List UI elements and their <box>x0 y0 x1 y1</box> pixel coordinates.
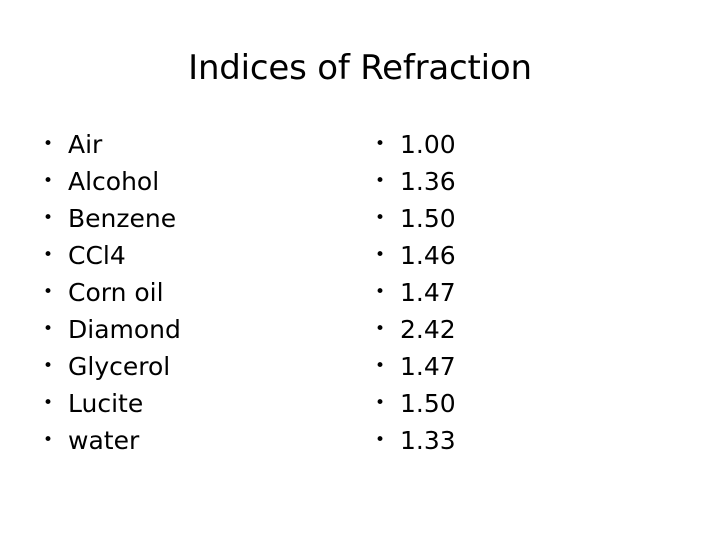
list-item-label: 1.36 <box>400 167 456 196</box>
list-item-label: Air <box>68 130 103 159</box>
list-item: • 2.42 <box>370 311 650 348</box>
bullet-icon: • <box>43 134 54 154</box>
list-item: • Diamond <box>38 311 338 348</box>
list-item-label: 2.42 <box>400 315 456 344</box>
list-item: • water <box>38 422 338 459</box>
bullet-icon: • <box>43 319 54 339</box>
list-item: • 1.36 <box>370 163 650 200</box>
list-item: • 1.33 <box>370 422 650 459</box>
list-item-label: 1.33 <box>400 426 456 455</box>
list-item-label: Lucite <box>68 389 144 418</box>
bullet-icon: • <box>43 245 54 265</box>
list-item-label: 1.47 <box>400 278 456 307</box>
list-item: • Glycerol <box>38 348 338 385</box>
list-item: • 1.46 <box>370 237 650 274</box>
list-item-label: CCl4 <box>68 241 126 270</box>
bullet-icon: • <box>43 171 54 191</box>
list-item-label: 1.50 <box>400 389 456 418</box>
list-item-label: Corn oil <box>68 278 164 307</box>
list-item-label: 1.50 <box>400 204 456 233</box>
bullet-icon: • <box>43 356 54 376</box>
list-item-label: Diamond <box>68 315 181 344</box>
list-item-label: 1.00 <box>400 130 456 159</box>
list-item: • 1.50 <box>370 385 650 422</box>
materials-column: • Air • Alcohol • Benzene • CCl4 • Corn … <box>38 126 338 459</box>
content-columns: • Air • Alcohol • Benzene • CCl4 • Corn … <box>0 126 720 466</box>
bullet-icon: • <box>375 356 386 376</box>
bullet-icon: • <box>43 282 54 302</box>
bullet-icon: • <box>375 430 386 450</box>
index-values-list: • 1.00 • 1.36 • 1.50 • 1.46 • 1.47 • 2.4… <box>370 126 650 459</box>
list-item-label: Alcohol <box>68 167 160 196</box>
bullet-icon: • <box>375 393 386 413</box>
bullet-icon: • <box>375 208 386 228</box>
list-item: • Corn oil <box>38 274 338 311</box>
page-title: Indices of Refraction <box>188 48 532 88</box>
list-item-label: water <box>68 426 140 455</box>
list-item: • Benzene <box>38 200 338 237</box>
bullet-icon: • <box>43 208 54 228</box>
bullet-icon: • <box>375 134 386 154</box>
slide: Indices of Refraction • Air • Alcohol • … <box>0 0 720 540</box>
bullet-icon: • <box>375 282 386 302</box>
bullet-icon: • <box>375 171 386 191</box>
bullet-icon: • <box>375 245 386 265</box>
bullet-icon: • <box>375 319 386 339</box>
list-item-label: Benzene <box>68 204 177 233</box>
materials-list: • Air • Alcohol • Benzene • CCl4 • Corn … <box>38 126 338 459</box>
list-item-label: Glycerol <box>68 352 171 381</box>
list-item: • 1.47 <box>370 274 650 311</box>
list-item: • 1.50 <box>370 200 650 237</box>
bullet-icon: • <box>43 430 54 450</box>
list-item-label: 1.47 <box>400 352 456 381</box>
list-item-label: 1.46 <box>400 241 456 270</box>
list-item: • Alcohol <box>38 163 338 200</box>
index-values-column: • 1.00 • 1.36 • 1.50 • 1.46 • 1.47 • 2.4… <box>370 126 650 459</box>
list-item: • CCl4 <box>38 237 338 274</box>
list-item: • 1.00 <box>370 126 650 163</box>
bullet-icon: • <box>43 393 54 413</box>
list-item: • 1.47 <box>370 348 650 385</box>
list-item: • Lucite <box>38 385 338 422</box>
list-item: • Air <box>38 126 338 163</box>
